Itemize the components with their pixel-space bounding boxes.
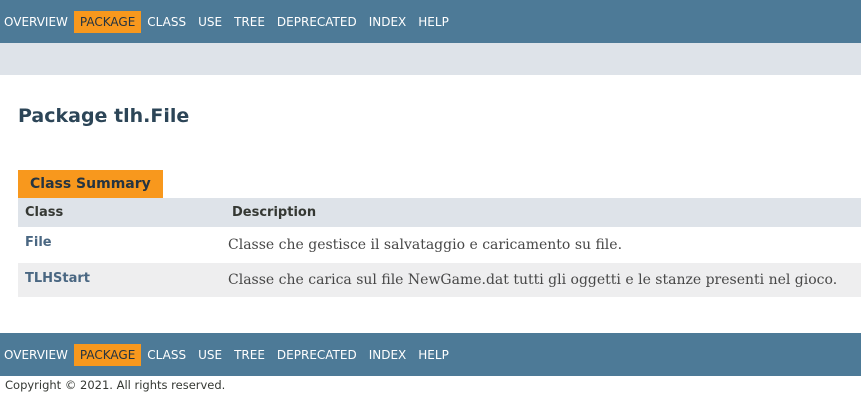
nav-use-link[interactable]: USE (192, 344, 228, 366)
column-header-class: Class (25, 205, 64, 220)
class-link-file[interactable]: File (18, 227, 225, 263)
nav-help-link[interactable]: HELP (412, 11, 455, 33)
nav-class-link[interactable]: CLASS (141, 344, 192, 366)
class-link-tlhstart[interactable]: TLHStart (18, 263, 225, 297)
nav-help-link[interactable]: HELP (412, 344, 455, 366)
class-description: Classe che gestisce il salvataggio e car… (228, 237, 623, 253)
nav-deprecated-link[interactable]: DEPRECATED (271, 344, 363, 366)
bottom-nav-list: OVERVIEW PACKAGE CLASS USE TREE DEPRECAT… (0, 343, 455, 366)
top-navbar: OVERVIEW PACKAGE CLASS USE TREE DEPRECAT… (0, 0, 861, 43)
nav-tree-link[interactable]: TREE (228, 11, 271, 33)
nav-index-link[interactable]: INDEX (363, 11, 413, 33)
table-header-row: Class Description (18, 198, 861, 227)
class-summary-caption: Class Summary (18, 170, 163, 198)
nav-package-current: PACKAGE (73, 10, 142, 33)
nav-class-link[interactable]: CLASS (141, 11, 192, 33)
bottom-navbar: OVERVIEW PACKAGE CLASS USE TREE DEPRECAT… (0, 333, 861, 376)
class-summary-table: Class Description File Classe che gestis… (18, 198, 861, 297)
page-title: Package tlh.File (18, 105, 190, 127)
table-row: TLHStart Classe che carica sul file NewG… (18, 263, 861, 297)
top-nav-list: OVERVIEW PACKAGE CLASS USE TREE DEPRECAT… (0, 10, 455, 33)
class-description: Classe che carica sul file NewGame.dat t… (228, 272, 838, 288)
class-summary: Class Summary Class Description File Cla… (18, 170, 861, 297)
copyright-notice: Copyright © 2021. All rights reserved. (5, 378, 226, 392)
table-row: File Classe che gestisce il salvataggio … (18, 227, 861, 263)
nav-tree-link[interactable]: TREE (228, 344, 271, 366)
column-header-description: Description (232, 205, 317, 220)
nav-overview-link[interactable]: OVERVIEW (4, 344, 74, 366)
nav-overview-link[interactable]: OVERVIEW (4, 11, 74, 33)
nav-deprecated-link[interactable]: DEPRECATED (271, 11, 363, 33)
nav-use-link[interactable]: USE (192, 11, 228, 33)
nav-package-current: PACKAGE (73, 343, 142, 366)
sub-navbar (0, 43, 861, 75)
nav-index-link[interactable]: INDEX (363, 344, 413, 366)
